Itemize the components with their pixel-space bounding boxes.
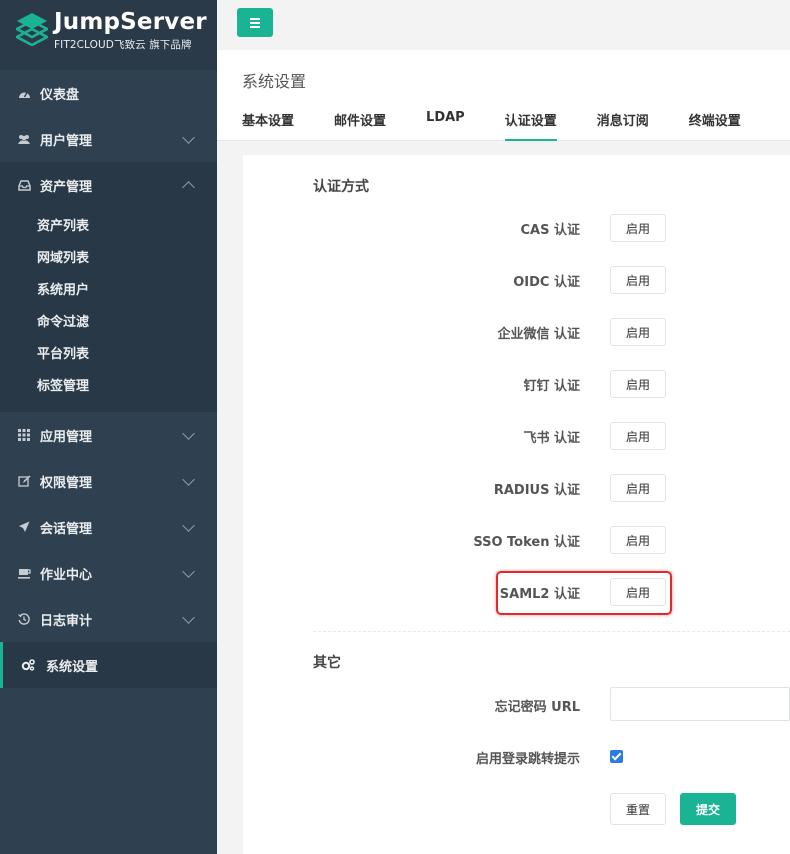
- forgot-password-url-input[interactable]: [610, 687, 790, 721]
- sidebar-item-dashboard[interactable]: 仪表盘: [0, 70, 217, 116]
- enable-dingtalk-button[interactable]: 启用: [610, 370, 666, 398]
- jumpserver-logo-icon: [16, 13, 48, 46]
- sidebar-item-label: 权限管理: [40, 475, 93, 491]
- submenu-item-command-filters[interactable]: 命令过滤: [0, 304, 217, 336]
- enable-radius-button[interactable]: 启用: [610, 474, 666, 502]
- sidebar-item-permissions[interactable]: 权限管理: [0, 458, 217, 504]
- auth-method-label-radius: RADIUS 认证: [493, 483, 580, 498]
- submenu-item-domain-list[interactable]: 网域列表: [0, 240, 217, 272]
- grid-icon: [17, 428, 31, 442]
- sidebar-item-label: 作业中心: [40, 567, 93, 583]
- login-redirect-label: 启用登录跳转提示: [475, 752, 580, 767]
- enable-oidc-button[interactable]: 启用: [610, 266, 666, 294]
- topbar: [217, 0, 790, 50]
- sidebar-item-label: 会话管理: [40, 521, 93, 537]
- section-divider: [313, 631, 790, 632]
- sidebar-item-sessions[interactable]: 会话管理: [0, 504, 217, 550]
- chevron-down-icon: [182, 565, 195, 578]
- sidebar: JumpServer FIT2CLOUD飞致云 旗下品牌 仪表盘 用户管理 资产…: [0, 0, 217, 854]
- sidebar-item-label: 资产管理: [40, 179, 93, 195]
- settings-tabs: 基本设置 邮件设置 LDAP 认证设置 消息订阅 终端设置: [242, 110, 781, 141]
- sidebar-item-jobs[interactable]: 作业中心: [0, 550, 217, 596]
- auth-method-label-wecom: 企业微信 认证: [497, 327, 580, 342]
- page-heading: 系统设置 基本设置 邮件设置 LDAP 认证设置 消息订阅 终端设置: [217, 50, 790, 141]
- submenu-item-platform-list[interactable]: 平台列表: [0, 336, 217, 368]
- sidebar-nav: 仪表盘 用户管理 资产管理 资产列表 网域列表 系统用户 命令过滤 平台列表 标…: [0, 70, 217, 688]
- page-title: 系统设置: [242, 72, 307, 91]
- brand-subtitle: FIT2CLOUD飞致云 旗下品牌: [54, 39, 192, 51]
- sidebar-item-label: 用户管理: [40, 133, 93, 149]
- sidebar-item-users[interactable]: 用户管理: [0, 116, 217, 162]
- login-redirect-checkbox[interactable]: [610, 750, 623, 763]
- hamburger-icon: [250, 21, 260, 24]
- inbox-icon: [17, 178, 31, 192]
- auth-method-label-feishu: 飞书 认证: [523, 431, 580, 446]
- auth-section-title: 认证方式: [313, 179, 369, 195]
- auth-method-label-dingtalk: 钉钉 认证: [523, 379, 580, 394]
- assets-submenu: 资产列表 网域列表 系统用户 命令过滤 平台列表 标签管理: [0, 208, 217, 412]
- rocket-icon: [17, 520, 31, 534]
- enable-sso-token-button[interactable]: 启用: [610, 526, 666, 554]
- sidebar-item-label: 日志审计: [40, 613, 93, 629]
- sidebar-item-label: 仪表盘: [40, 87, 80, 103]
- forgot-password-url-label: 忘记密码 URL: [494, 700, 580, 715]
- tab-email-settings[interactable]: 邮件设置: [334, 110, 386, 140]
- tab-auth-settings[interactable]: 认证设置: [504, 110, 557, 141]
- submenu-item-asset-list[interactable]: 资产列表: [0, 208, 217, 240]
- history-icon: [17, 612, 31, 626]
- sidebar-item-assets[interactable]: 资产管理: [0, 162, 217, 208]
- gears-icon: [21, 658, 35, 672]
- auth-method-label-sso-token: SSO Token 认证: [473, 535, 580, 550]
- coffee-icon: [17, 566, 31, 580]
- hamburger-icon: [250, 17, 260, 20]
- enable-saml2-button[interactable]: 启用: [610, 578, 666, 606]
- chevron-down-icon: [182, 519, 195, 532]
- sidebar-item-label: 应用管理: [40, 429, 93, 445]
- chevron-down-icon: [182, 427, 195, 440]
- enable-feishu-button[interactable]: 启用: [610, 422, 666, 450]
- dashboard-icon: [17, 86, 31, 100]
- tab-ldap[interactable]: LDAP: [426, 110, 465, 140]
- tab-basic-settings[interactable]: 基本设置: [242, 110, 294, 140]
- enable-wecom-button[interactable]: 启用: [610, 318, 666, 346]
- auth-method-label-saml2: SAML2 认证: [499, 587, 580, 602]
- chevron-down-icon: [182, 131, 195, 144]
- sidebar-item-audit-logs[interactable]: 日志审计: [0, 596, 217, 642]
- sidebar-item-system-settings[interactable]: 系统设置: [0, 642, 217, 688]
- chevron-down-icon: [182, 473, 195, 486]
- auth-method-label-cas: CAS 认证: [520, 223, 581, 238]
- reset-button[interactable]: 重置: [610, 793, 666, 825]
- tab-terminal-settings[interactable]: 终端设置: [689, 110, 741, 140]
- sidebar-item-applications[interactable]: 应用管理: [0, 412, 217, 458]
- sidebar-item-label: 系统设置: [46, 659, 99, 675]
- chevron-up-icon: [182, 181, 195, 194]
- submenu-item-system-users[interactable]: 系统用户: [0, 272, 217, 304]
- hamburger-icon: [250, 25, 260, 28]
- enable-cas-button[interactable]: 启用: [610, 214, 666, 242]
- edit-icon: [17, 474, 31, 488]
- brand[interactable]: JumpServer FIT2CLOUD飞致云 旗下品牌: [0, 0, 217, 70]
- auth-method-label-oidc: OIDC 认证: [513, 275, 580, 290]
- submit-button[interactable]: 提交: [680, 793, 736, 825]
- brand-name: JumpServer: [54, 9, 207, 35]
- tab-message-subscription[interactable]: 消息订阅: [597, 110, 649, 140]
- users-icon: [17, 132, 31, 146]
- chevron-down-icon: [182, 611, 195, 624]
- settings-panel: 认证方式 CAS 认证 启用 OIDC 认证 启用 企业微信 认证 启用 钉钉 …: [243, 155, 790, 854]
- menu-toggle-button[interactable]: [237, 8, 273, 37]
- other-section-title: 其它: [313, 655, 341, 671]
- submenu-item-label-management[interactable]: 标签管理: [0, 368, 217, 400]
